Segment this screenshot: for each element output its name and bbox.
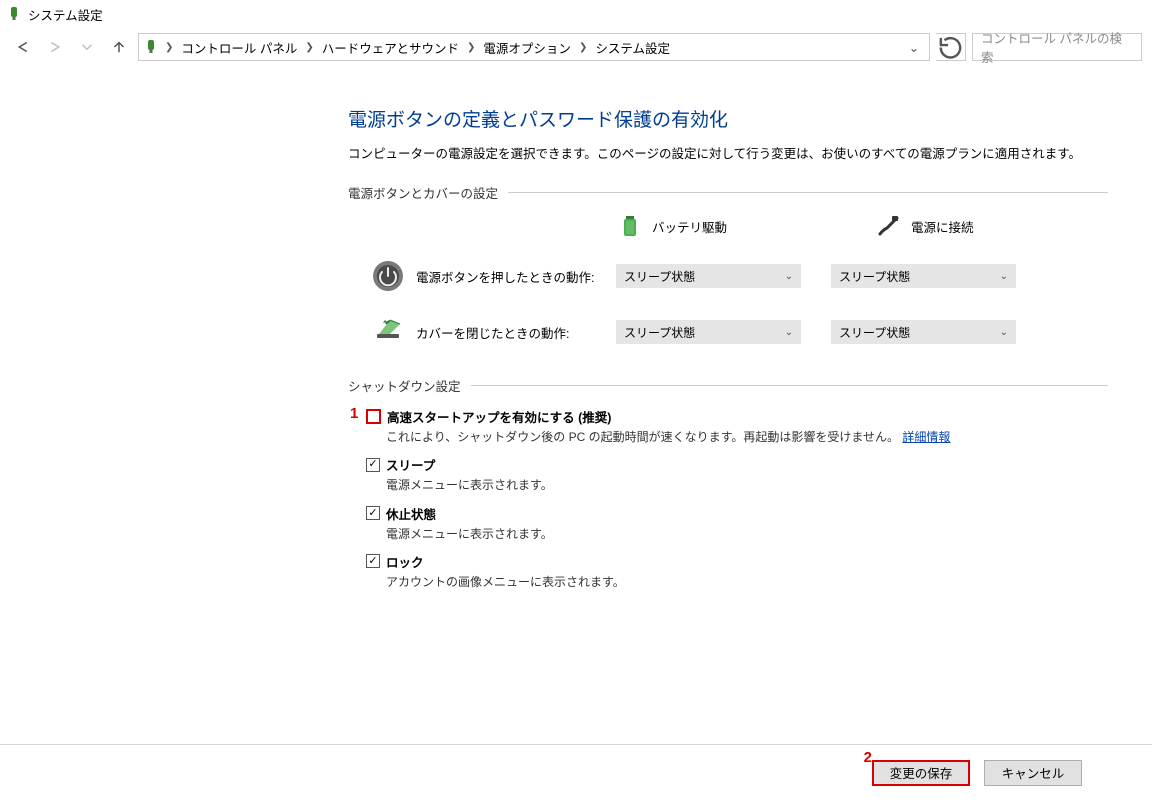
power-button-plugged-dropdown[interactable]: スリープ状態 ⌄ [831,264,1016,288]
breadcrumb: ❯ コントロール パネル ❯ ハードウェアとサウンド ❯ 電源オプション ❯ シ… [165,36,897,59]
check-label: ロック [386,552,424,571]
forward-button[interactable] [42,34,68,60]
plug-icon [877,214,901,238]
check-desc: アカウントの画像メニューに表示されます。 [386,573,1108,592]
back-button[interactable] [10,34,36,60]
checkbox[interactable] [366,554,380,568]
checkbox[interactable] [366,506,380,520]
search-input[interactable]: コントロール パネルの検索 [972,33,1142,61]
battery-icon [618,214,642,238]
mode-plugged: 電源に接続 [877,214,974,238]
page-title: 電源ボタンの定義とパスワード保護の有効化 [348,105,1108,132]
dropdown-value: スリープ状態 [624,324,695,341]
chevron-down-icon: ⌄ [785,271,793,282]
group-header-label: 電源ボタンとカバーの設定 [348,183,498,202]
setting-label: カバーを閉じたときの動作: [416,323,616,342]
chevron-down-icon: ⌄ [1000,327,1008,338]
check-desc: 電源メニューに表示されます。 [386,525,1108,544]
refresh-button[interactable] [936,33,966,61]
breadcrumb-item[interactable]: 電源オプション [480,36,574,59]
footer: 2 変更の保存 キャンセル [0,744,1152,800]
mode-battery: バッテリ駆動 [618,214,727,238]
check-label: スリープ [386,455,435,474]
divider [508,192,1108,193]
setting-lid-close: カバーを閉じたときの動作: スリープ状態 ⌄ スリープ状態 ⌄ [348,312,1108,352]
mode-plugged-label: 電源に接続 [911,217,974,236]
power-options-icon [6,6,22,22]
check-lock[interactable]: ロック [366,552,1108,571]
dropdown-value: スリープ状態 [624,268,695,285]
chevron-down-icon: ⌄ [1000,271,1008,282]
group-header-buttons: 電源ボタンとカバーの設定 [348,183,1108,202]
breadcrumb-item[interactable]: システム設定 [592,36,673,59]
check-desc: これにより、シャットダウン後の PC の起動時間が速くなります。再起動は影響を受… [386,428,1108,447]
mode-battery-label: バッテリ駆動 [652,217,727,236]
setting-label: 電源ボタンを押したときの動作: [416,267,616,286]
annotation-1: 1 [350,405,358,422]
up-button[interactable] [106,34,132,60]
navbar: ❯ コントロール パネル ❯ ハードウェアとサウンド ❯ 電源オプション ❯ シ… [0,28,1152,66]
chevron-right-icon: ❯ [467,42,475,53]
lid-close-battery-dropdown[interactable]: スリープ状態 ⌄ [616,320,801,344]
check-desc: 電源メニューに表示されます。 [386,476,1108,495]
breadcrumb-item[interactable]: ハードウェアとサウンド [319,36,462,59]
power-button-icon [368,256,408,296]
check-label: 休止状態 [386,504,436,523]
power-button-battery-dropdown[interactable]: スリープ状態 ⌄ [616,264,801,288]
power-options-icon [143,39,159,55]
save-button[interactable]: 変更の保存 [872,760,970,786]
address-history-dropdown[interactable]: ⌄ [903,40,925,55]
dropdown-value: スリープ状態 [839,324,910,341]
address-bar[interactable]: ❯ コントロール パネル ❯ ハードウェアとサウンド ❯ 電源オプション ❯ シ… [138,33,930,61]
chevron-down-icon: ⌄ [785,327,793,338]
group-header-label: シャットダウン設定 [348,376,461,395]
lid-close-plugged-dropdown[interactable]: スリープ状態 ⌄ [831,320,1016,344]
annotation-2: 2 [864,749,872,766]
titlebar: システム設定 [0,0,1152,28]
content-area: 電源ボタンの定義とパスワード保護の有効化 コンピューターの電源設定を選択できます… [0,75,1152,744]
page-description: コンピューターの電源設定を選択できます。このページの設定に対して行う変更は、お使… [348,144,1103,165]
search-placeholder: コントロール パネルの検索 [981,28,1133,66]
breadcrumb-item[interactable]: コントロール パネル [178,36,300,59]
dropdown-value: スリープ状態 [839,268,910,285]
check-sleep[interactable]: スリープ [366,455,1108,474]
window-title: システム設定 [28,5,103,24]
chevron-right-icon: ❯ [165,42,173,53]
chevron-right-icon: ❯ [305,42,313,53]
details-link[interactable]: 詳細情報 [902,430,950,444]
divider [471,385,1108,386]
chevron-right-icon: ❯ [579,42,587,53]
recent-locations-button[interactable] [74,34,100,60]
check-fast-startup[interactable]: 高速スタートアップを有効にする (推奨) [366,407,1108,426]
mode-header-row: バッテリ駆動 電源に接続 [348,214,1108,238]
cancel-button[interactable]: キャンセル [984,760,1082,786]
group-header-shutdown: シャットダウン設定 [348,376,1108,395]
setting-power-button: 電源ボタンを押したときの動作: スリープ状態 ⌄ スリープ状態 ⌄ [348,256,1108,296]
checkbox[interactable] [366,409,381,424]
check-desc-text: これにより、シャットダウン後の PC の起動時間が速くなります。再起動は影響を受… [386,430,899,444]
check-hibernate[interactable]: 休止状態 [366,504,1108,523]
check-label: 高速スタートアップを有効にする (推奨) [387,407,611,426]
checkbox[interactable] [366,458,380,472]
laptop-lid-icon [368,312,408,352]
